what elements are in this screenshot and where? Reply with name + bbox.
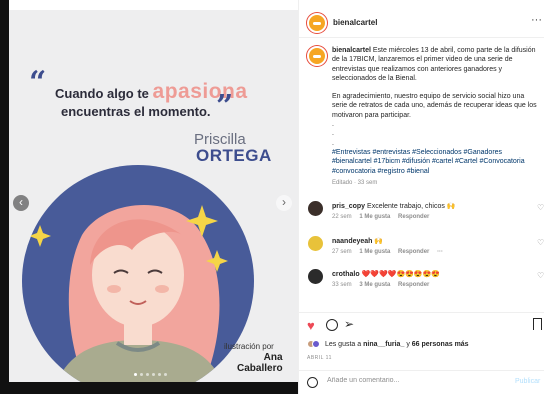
likers-avatars xyxy=(307,340,320,348)
comment-meta: 33 sem 3 Me gusta Responder xyxy=(332,282,435,288)
more-options-icon[interactable]: ··· xyxy=(531,14,542,26)
author-avatar[interactable] xyxy=(307,13,327,33)
illustration-credit-label: ilustración por xyxy=(224,342,274,351)
share-icon[interactable]: ➢ xyxy=(344,317,354,331)
caption-dot: . xyxy=(332,139,334,147)
bookmark-icon[interactable] xyxy=(533,318,542,330)
post-header: bienalcartel ··· xyxy=(299,10,544,38)
likes-prefix: Les gusta a xyxy=(324,340,362,348)
comment-like-icon[interactable]: ♡ xyxy=(537,271,544,280)
reply-button[interactable]: Responder xyxy=(398,249,429,255)
add-comment-bar: Publicar xyxy=(299,370,544,394)
carousel-dot xyxy=(152,373,155,376)
credit-last-name: Caballero xyxy=(237,363,283,374)
comment-username[interactable]: crothalo xyxy=(332,271,360,278)
comment-input[interactable] xyxy=(327,377,497,384)
post-side-panel: bienalcartel ··· bienalcartel Este miérc… xyxy=(298,0,544,394)
illustration-credit-name: Ana Caballero xyxy=(237,352,283,374)
comment-username[interactable]: pris_copy xyxy=(332,203,365,210)
comment-text: pris_copy Excelente trabajo, chicos 🙌 xyxy=(332,202,456,210)
comment-username[interactable]: naandeyeah xyxy=(332,238,372,245)
credit-first-name: Ana xyxy=(263,352,283,363)
reply-button[interactable]: Responder xyxy=(398,214,429,220)
close-quote-icon: ” xyxy=(216,89,234,124)
caption-avatar[interactable] xyxy=(307,46,327,66)
publish-button[interactable]: Publicar xyxy=(515,378,540,385)
comment-body: ❤️❤️❤️❤️😍😍😍😍😍 xyxy=(361,271,441,278)
post-image: “ Cuando algo te apasiona encuentras el … xyxy=(9,10,298,382)
portrait-circle xyxy=(22,165,254,382)
comment-body: 🙌 xyxy=(374,238,384,245)
carousel-prev-button[interactable]: ‹ xyxy=(13,195,29,211)
carousel-dot xyxy=(140,373,143,376)
liker-username[interactable]: nina__furia_ xyxy=(363,341,404,348)
portrait-illustration xyxy=(29,205,228,382)
quote-line-2: encuentras el momento. xyxy=(61,104,211,119)
carousel-dot xyxy=(134,373,137,376)
carousel-dot xyxy=(146,373,149,376)
caption-dot: . xyxy=(332,121,334,129)
comment-time: 27 sem xyxy=(332,249,352,255)
caption-dot: . xyxy=(332,130,334,138)
comment-avatar[interactable] xyxy=(308,269,323,284)
carousel-next-button[interactable]: › xyxy=(276,195,292,211)
carousel-dot xyxy=(158,373,161,376)
author-username[interactable]: bienalcartel xyxy=(333,18,377,27)
caption-text: bienalcartel Este miércoles 13 de abril,… xyxy=(332,46,538,176)
comment-avatar[interactable] xyxy=(308,201,323,216)
comment-icon[interactable] xyxy=(326,319,338,331)
reply-button[interactable]: Responder xyxy=(398,282,429,288)
quote-accent: apasiona xyxy=(152,80,248,103)
comment-time: 22 sem xyxy=(332,214,352,220)
heart-icon[interactable]: ♥ xyxy=(307,319,315,332)
comment-likes[interactable]: 1 Me gusta xyxy=(359,214,390,220)
comment-text: crothalo ❤️❤️❤️❤️😍😍😍😍😍 xyxy=(332,270,440,278)
left-frame xyxy=(0,0,9,394)
comment-item: crothalo ❤️❤️❤️❤️😍😍😍😍😍 33 sem 3 Me gusta… xyxy=(299,269,544,293)
comment-text: naandeyeah 🙌 xyxy=(332,237,383,245)
caption-meta: Editado · 33 sem xyxy=(332,180,378,186)
caption-body-2: En agradecimiento, nuestro equipo de ser… xyxy=(332,93,537,119)
comment-like-icon[interactable]: ♡ xyxy=(537,238,544,247)
carousel-dots xyxy=(134,373,167,376)
comment-meta: 22 sem 1 Me gusta Responder xyxy=(332,214,435,220)
liker-avatar xyxy=(312,340,320,348)
post-actions-bar: ♥ ➢ xyxy=(299,312,544,334)
open-quote-icon: “ xyxy=(29,65,47,100)
likes-summary: Les gusta a nina__furia_ y 66 personas m… xyxy=(307,340,469,348)
emoji-icon[interactable] xyxy=(307,377,318,388)
comment-more-icon[interactable]: ··· xyxy=(437,249,443,255)
likes-count[interactable]: 66 personas más xyxy=(412,341,469,348)
comment-item: naandeyeah 🙌 27 sem 1 Me gusta Responder… xyxy=(299,236,544,260)
comment-meta: 27 sem 1 Me gusta Responder ··· xyxy=(332,249,449,255)
comment-like-icon[interactable]: ♡ xyxy=(537,203,544,212)
carousel-dot xyxy=(164,373,167,376)
comment-item: pris_copy Excelente trabajo, chicos 🙌 22… xyxy=(299,201,544,225)
bottom-frame xyxy=(0,382,298,394)
caption-hashtags[interactable]: #Entrevistas #entrevistas #Seleccionados… xyxy=(332,148,538,176)
comment-avatar[interactable] xyxy=(308,236,323,251)
comment-body: Excelente trabajo, chicos 🙌 xyxy=(367,203,456,210)
portrait-last-name: ORTEGA xyxy=(196,146,272,165)
comment-likes[interactable]: 1 Me gusta xyxy=(359,249,390,255)
comment-likes[interactable]: 3 Me gusta xyxy=(359,282,390,288)
comment-time: 33 sem xyxy=(332,282,352,288)
caption-username[interactable]: bienalcartel xyxy=(332,47,371,54)
likes-middle: y xyxy=(406,340,410,348)
post-date: ABRIL 11 xyxy=(307,355,332,361)
quote-pre: Cuando algo te xyxy=(55,86,149,101)
